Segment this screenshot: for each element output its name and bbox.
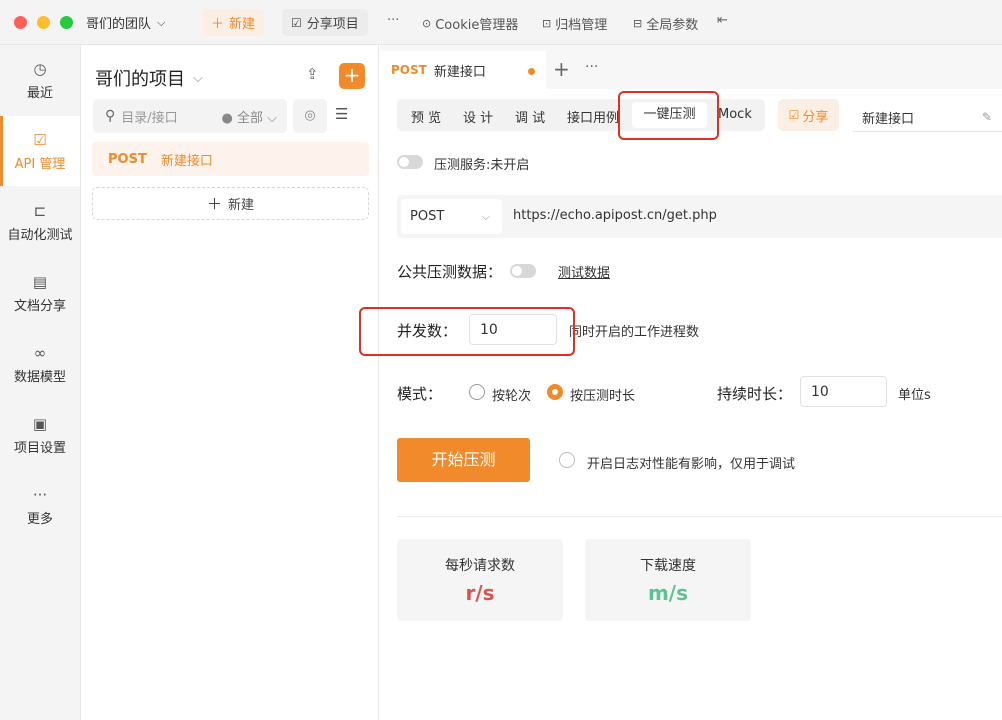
main-panel: POST 新建接口 + ··· 预 览 设 计 调 试 接口用例 一键压测 Mo… [359,45,1002,720]
params-icon: ⊟ [633,17,643,30]
new-button[interactable]: ＋ 新建 [202,9,265,36]
settings-icon: ▣ [32,414,48,433]
highlight-stress-tab [618,91,719,140]
tab-api[interactable]: POST 新建接口 [380,51,546,89]
archive-icon: ⊡ [542,17,552,30]
share-project-button[interactable]: ☑ 分享项目 [282,9,368,36]
mode-radio-rounds[interactable] [469,384,485,400]
plus-icon: + [343,63,361,87]
mode-radio-duration[interactable] [547,384,563,400]
nav-item-api[interactable]: ☑ API 管理 [0,116,80,186]
method-select[interactable]: POST ⌵ [401,199,502,234]
duration-label: 持续时长： [717,385,793,403]
filter-select[interactable]: ● 全部 ⌵ [222,107,278,126]
project-tree: 哥们的项目 ⌵ ⇪ + ⚲ 目录/接口 ● 全部 ⌵ ◎ ☰ POST 新建接口… [81,45,379,720]
tab-more-icon[interactable]: ··· [585,59,598,75]
chevron-down-icon: ⌵ [481,209,490,223]
api-icon: ☑ [33,130,47,149]
stat-download-speed: 下载速度 m/s [585,539,751,621]
mode-label-rounds: 按轮次 [492,389,532,404]
subtab-preview[interactable]: 预 览 [411,107,441,126]
add-tab-button[interactable]: + [553,57,570,81]
log-toggle-radio[interactable] [559,452,575,468]
plus-icon: ＋ [211,17,225,32]
nav-item-docs[interactable]: ▤ 文档分享 [0,258,80,328]
name-underline [852,131,1002,132]
minimize-window-button[interactable] [37,16,50,29]
start-stress-button[interactable]: 开始压测 [397,438,530,482]
api-name-input[interactable]: 新建接口 ✎ [852,104,992,130]
log-hint: 开启日志对性能有影响，仅用于调试 [587,457,796,472]
stat-requests-per-second: 每秒请求数 r/s [397,539,563,621]
zoom-window-button[interactable] [60,16,73,29]
search-icon: ⚲ [105,108,116,124]
left-nav: ◷ 最近 ☑ API 管理 ⊏ 自动化测试 ▤ 文档分享 ∞ 数据模型 ▣ 项目… [0,45,81,720]
title-bar: 哥们的团队 ⌵ ＋ 新建 ☑ 分享项目 ··· ⊙ Cookie管理器 ⊡ 归档… [0,0,1002,45]
nav-item-settings[interactable]: ▣ 项目设置 [0,400,80,470]
nav-item-more[interactable]: ··· 更多 [0,471,80,541]
sort-icon[interactable]: ☰ [335,105,348,123]
share-button[interactable]: ☑ 分享 [778,99,839,131]
stress-service-label: 压测服务:未开启 [434,158,530,173]
concurrency-hint: 同时开启的工作进程数 [569,325,700,340]
project-selector[interactable]: 哥们的项目 ⌵ [95,65,203,91]
doc-icon: ▤ [32,272,48,291]
cookie-manager-button[interactable]: ⊙ Cookie管理器 [422,14,518,33]
mode-label: 模式： [397,385,443,403]
edit-icon: ✎ [981,110,992,124]
model-icon: ∞ [33,343,47,362]
more-menu-icon[interactable]: ··· [387,13,399,28]
mode-label-duration: 按压测时长 [570,389,636,404]
cookie-icon: ⊙ [422,17,432,30]
import-icon[interactable]: ⇪ [306,65,319,83]
duration-unit: 单位s [898,388,931,403]
divider [397,516,1002,517]
add-item-button[interactable]: + [339,63,365,89]
subtab-design[interactable]: 设 计 [463,107,493,126]
tree-item-api[interactable]: POST 新建接口 [92,142,369,176]
nav-item-recent[interactable]: ◷ 最近 [0,45,80,115]
flow-icon: ⊏ [33,201,47,220]
subtab-debug[interactable]: 调 试 [515,107,545,126]
chevron-down-icon: ⌵ [193,70,203,86]
chevron-down-icon: ⌵ [157,15,166,29]
duration-input[interactable]: 10 [800,376,887,407]
subtab-mock[interactable]: Mock [718,107,752,122]
nav-item-automation[interactable]: ⊏ 自动化测试 [0,187,80,257]
url-input[interactable]: https://echo.apipost.cn/get.php [513,208,717,223]
global-params-button[interactable]: ⊟ 全局参数 [633,14,698,33]
test-data-link[interactable]: 测试数据 [558,262,610,281]
stress-service-toggle[interactable] [397,155,423,169]
archive-manager-button[interactable]: ⊡ 归档管理 [542,14,607,33]
clock-icon: ◷ [33,59,47,78]
share-icon: ☑ [788,108,800,122]
collapse-icon[interactable]: ⇤ [717,13,728,28]
locate-icon[interactable]: ◎ [293,99,327,133]
more-icon: ··· [32,485,48,504]
close-window-button[interactable] [14,16,27,29]
subtab-cases[interactable]: 接口用例 [567,107,619,126]
search-input[interactable]: 目录/接口 [121,107,221,126]
public-data-toggle[interactable] [510,264,536,278]
public-data-label: 公共压测数据： [397,263,503,281]
unsaved-dot-icon [528,68,535,75]
nav-item-data-model[interactable]: ∞ 数据模型 [0,329,80,399]
plus-icon: ＋ [206,195,222,213]
team-selector[interactable]: 哥们的团队 ⌵ [86,13,166,33]
search-box: ⚲ 目录/接口 ● 全部 ⌵ [93,99,287,133]
highlight-concurrency [359,307,575,356]
new-item-button[interactable]: ＋ 新建 [92,187,369,220]
share-icon: ☑ [291,15,302,30]
